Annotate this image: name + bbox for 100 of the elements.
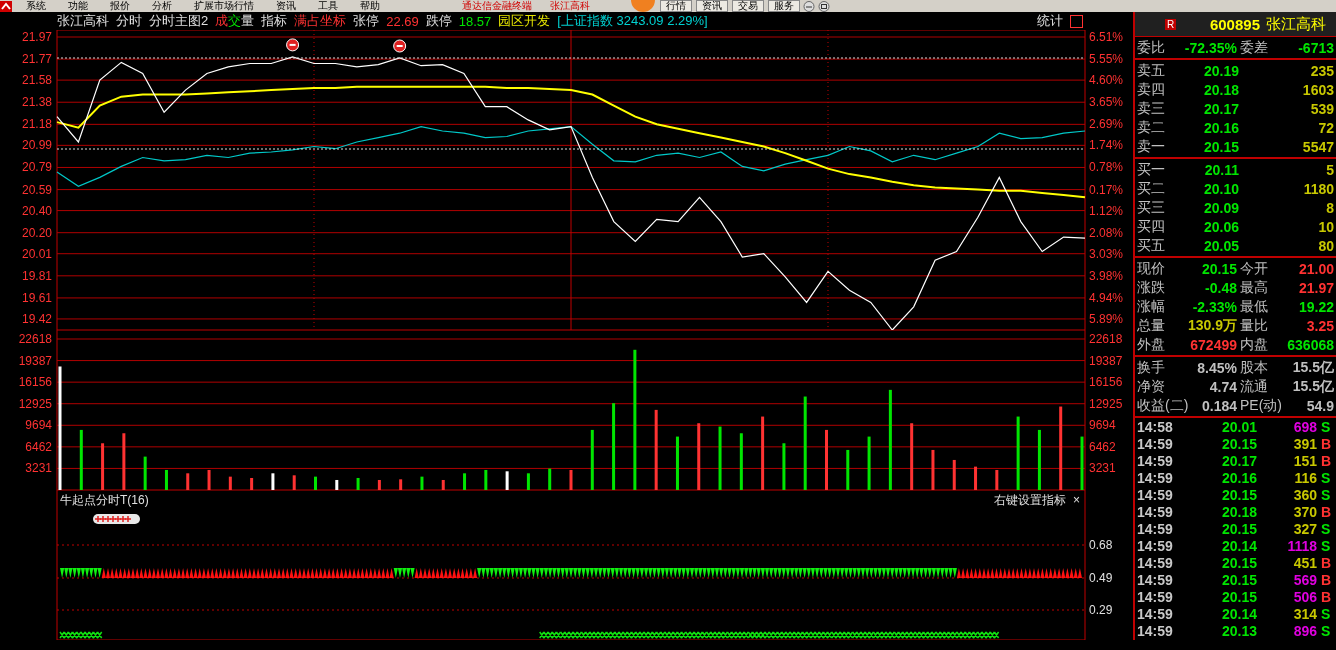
- volume-bar: [718, 426, 722, 490]
- minimize-icon[interactable]: [803, 0, 815, 12]
- quote-label: 最高: [1240, 279, 1268, 296]
- volume-bar: [377, 480, 381, 490]
- order-book-volume: 235: [1309, 62, 1335, 79]
- menu-item[interactable]: 资讯: [276, 0, 296, 12]
- toolbar-button[interactable]: 交易: [732, 0, 764, 12]
- order-book-label: 卖四: [1137, 81, 1166, 98]
- toolbar-button[interactable]: 服务: [768, 0, 800, 12]
- toolbar-button[interactable]: 行情: [660, 0, 692, 12]
- trade-time: 14:59: [1137, 435, 1174, 452]
- quote-label: 净资: [1137, 378, 1165, 395]
- trade-side: S: [1321, 537, 1332, 554]
- volume-bar: [697, 423, 701, 490]
- order-book-label: 买三: [1137, 199, 1166, 216]
- axis-label: 3.65%: [1089, 95, 1124, 110]
- quote-label: 现价: [1137, 260, 1165, 277]
- stats-button[interactable]: 统计: [1037, 12, 1063, 30]
- quote-label: 总量: [1137, 317, 1165, 334]
- volume-indicator-label[interactable]: 成交量: [215, 12, 255, 30]
- stock-name: 张江高科: [1266, 14, 1326, 34]
- menu-item[interactable]: 系统: [26, 0, 46, 12]
- header-label: 张江高科: [57, 12, 109, 30]
- axis-label: 12925: [18, 396, 52, 411]
- menu-item[interactable]: 报价: [110, 0, 130, 12]
- margin-badge: R: [1165, 18, 1177, 30]
- trade-price: 20.13: [1220, 622, 1257, 639]
- axis-label: 3.98%: [1089, 268, 1124, 283]
- axis-label: 4.60%: [1089, 73, 1124, 88]
- app-logo-icon: [0, 0, 12, 12]
- axis-label: 19.81: [21, 268, 52, 283]
- axis-label: 22618: [1089, 332, 1123, 346]
- menu-item[interactable]: 功能: [68, 0, 88, 12]
- close-button[interactable]: ×: [1073, 493, 1080, 507]
- order-book-label: 卖一: [1137, 138, 1166, 155]
- toolbar-button[interactable]: 资讯: [696, 0, 728, 12]
- trade-side: B: [1321, 571, 1333, 588]
- menu-item[interactable]: 分析: [152, 0, 172, 12]
- quote-label: 流通: [1240, 378, 1268, 395]
- trade-price: 20.01: [1220, 418, 1257, 435]
- order-book-price: 20.18: [1202, 81, 1239, 98]
- volume-bar: [356, 478, 360, 490]
- axis-label: 21.97: [21, 30, 52, 44]
- trade-volume: 506: [1292, 588, 1317, 605]
- restore-icon[interactable]: [818, 0, 830, 12]
- header-label: 园区开发: [498, 12, 551, 30]
- quote-label: 涨幅: [1137, 298, 1165, 315]
- axis-label: 22618: [18, 332, 52, 346]
- axis-label: 20.40: [21, 203, 52, 218]
- volume-bar: [143, 456, 147, 490]
- order-book-volume: 5547: [1301, 138, 1335, 155]
- axis-label: 0.29: [1089, 603, 1113, 617]
- axis-label: 3231: [25, 461, 52, 476]
- trade-price: 20.16: [1220, 469, 1257, 486]
- trade-volume: 327: [1292, 520, 1317, 537]
- order-book-price: 20.09: [1202, 199, 1239, 216]
- axis-label: 0.49: [1089, 571, 1113, 585]
- axis-label: 21.58: [21, 73, 52, 88]
- header-label: 分时: [116, 12, 142, 30]
- quote-value: -72.35%: [1183, 39, 1237, 56]
- order-book-price: 20.05: [1202, 237, 1239, 254]
- order-book-price: 20.11: [1203, 161, 1239, 178]
- trade-side: S: [1321, 622, 1332, 639]
- trade-time: 14:58: [1137, 418, 1174, 435]
- quote-value: 130.9万: [1186, 316, 1237, 335]
- menu-item[interactable]: 帮助: [360, 0, 380, 12]
- quote-value: 21.00: [1297, 260, 1334, 277]
- quote-value: 636068: [1286, 336, 1334, 353]
- trade-side: S: [1321, 469, 1332, 486]
- axis-label: 21.38: [21, 95, 52, 110]
- axis-label: 6462: [25, 439, 52, 454]
- trade-time: 14:59: [1137, 622, 1174, 639]
- trade-time: 14:59: [1137, 554, 1174, 571]
- trade-price: 20.15: [1220, 486, 1257, 503]
- axis-label: 19.42: [21, 311, 52, 326]
- trade-price: 20.18: [1220, 503, 1257, 520]
- trade-volume: 314: [1292, 605, 1317, 622]
- trade-side: B: [1321, 452, 1333, 469]
- quote-label: 内盘: [1240, 336, 1268, 353]
- menu-item[interactable]: 工具: [318, 0, 338, 12]
- trade-volume: 569: [1292, 571, 1317, 588]
- quote-value: 672499: [1189, 336, 1237, 353]
- quote-value: 4.74: [1208, 378, 1237, 395]
- axis-label: 1.12%: [1089, 203, 1124, 218]
- trade-side: S: [1321, 486, 1332, 503]
- order-book-label: 买一: [1137, 161, 1166, 178]
- order-book-price: 20.06: [1202, 218, 1239, 235]
- order-book-price: 20.16: [1202, 119, 1239, 136]
- axis-label: 6462: [1089, 439, 1116, 454]
- volume-bar: [186, 473, 190, 490]
- order-book-price: 20.15: [1202, 138, 1239, 155]
- menu-item[interactable]: 扩展市场行情: [194, 0, 254, 12]
- quote-label: PE(动): [1240, 397, 1282, 414]
- quote-value: 21.97: [1297, 279, 1334, 296]
- square-icon[interactable]: [1070, 14, 1083, 28]
- axis-label: 21.18: [21, 117, 52, 132]
- trade-volume: 698: [1292, 418, 1317, 435]
- volume-bar: [590, 429, 594, 490]
- volume-bar: [505, 471, 509, 490]
- trade-volume: 1118: [1286, 537, 1317, 554]
